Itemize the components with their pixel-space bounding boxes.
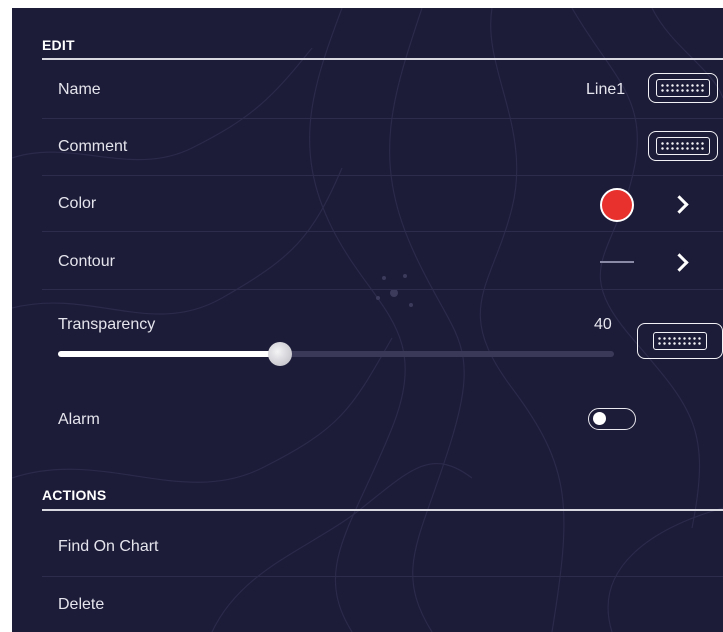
- find-on-chart-label: Find On Chart: [58, 538, 159, 555]
- row-divider: [42, 175, 723, 176]
- find-on-chart-action[interactable]: Find On Chart: [42, 518, 723, 575]
- toggle-knob: [593, 412, 606, 425]
- color-swatch[interactable]: [600, 188, 634, 222]
- name-value: Line1: [586, 81, 626, 98]
- keyboard-icon: [656, 137, 710, 155]
- transparency-label: Transparency: [58, 316, 156, 333]
- name-label: Name: [58, 81, 101, 98]
- contour-label: Contour: [58, 253, 115, 270]
- edit-section-divider: [42, 58, 723, 60]
- row-divider: [42, 231, 723, 232]
- actions-section-divider: [42, 509, 723, 511]
- comment-keyboard-button[interactable]: [648, 131, 718, 161]
- keyboard-icon: [656, 79, 710, 97]
- edit-section-heading: EDIT: [42, 37, 75, 53]
- transparency-value: 40: [594, 316, 612, 333]
- name-keyboard-button[interactable]: [648, 73, 718, 103]
- settings-pane: EDIT Name Line1 Comment Color Contour Tr…: [12, 8, 723, 632]
- transparency-keyboard-button[interactable]: [637, 323, 723, 359]
- row-divider: [42, 289, 723, 290]
- color-label: Color: [58, 195, 97, 212]
- row-divider: [42, 576, 723, 577]
- contour-style-preview[interactable]: [600, 261, 634, 263]
- comment-label: Comment: [58, 138, 128, 155]
- line-edit-panel: EDIT Name Line1 Comment Color Contour Tr…: [0, 0, 723, 632]
- alarm-toggle[interactable]: [588, 408, 636, 430]
- delete-label: Delete: [58, 596, 105, 613]
- alarm-label: Alarm: [58, 411, 100, 428]
- transparency-slider-fill: [58, 351, 281, 357]
- actions-section-heading: ACTIONS: [42, 487, 107, 503]
- keyboard-icon: [653, 332, 707, 350]
- row-divider: [42, 118, 723, 119]
- delete-action[interactable]: Delete: [42, 578, 723, 632]
- transparency-slider[interactable]: [58, 351, 614, 357]
